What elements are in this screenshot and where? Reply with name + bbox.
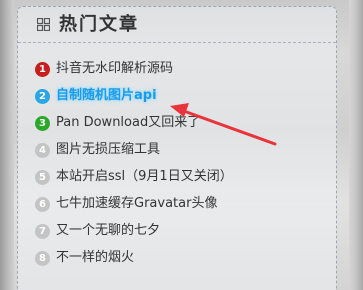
hot-articles-widget: 热门文章 1 抖音无水印解析源码 2 自制随机图片api 3 Pan Download又回… <box>17 6 337 290</box>
article-title-link[interactable]: 本站开启ssl（9月1日又关闭） <box>56 167 233 187</box>
rank-badge: 6 <box>35 196 50 212</box>
article-title-link[interactable]: 自制随机图片api <box>56 86 157 106</box>
background-left-edge <box>0 0 14 290</box>
grid-icon <box>37 18 50 31</box>
rank-badge: 5 <box>35 169 50 185</box>
rank-badge: 3 <box>35 115 50 131</box>
article-item[interactable]: 4 图片无损压缩工具 <box>35 140 160 160</box>
article-item[interactable]: 8 不一样的烟火 <box>35 248 134 268</box>
rank-badge: 1 <box>35 61 50 77</box>
article-title-link[interactable]: 不一样的烟火 <box>56 248 134 268</box>
article-item[interactable]: 2 自制随机图片api <box>35 86 157 106</box>
background-right-edge <box>349 0 363 290</box>
article-item[interactable]: 1 抖音无水印解析源码 <box>35 59 173 79</box>
widget-title: 热门文章 <box>59 14 139 35</box>
article-item[interactable]: 3 Pan Download又回来了 <box>35 113 200 133</box>
rank-badge: 7 <box>35 223 50 239</box>
widget-header: 热门文章 <box>18 7 336 43</box>
article-item[interactable]: 7 又一个无聊的七夕 <box>35 221 160 241</box>
article-title-link[interactable]: 又一个无聊的七夕 <box>56 221 160 241</box>
rank-badge: 2 <box>35 88 50 104</box>
rank-badge: 4 <box>35 142 50 158</box>
article-title-link[interactable]: Pan Download又回来了 <box>56 113 200 133</box>
article-title-link[interactable]: 图片无损压缩工具 <box>56 140 160 160</box>
article-title-link[interactable]: 抖音无水印解析源码 <box>56 59 173 79</box>
article-item[interactable]: 5 本站开启ssl（9月1日又关闭） <box>35 167 233 187</box>
article-item[interactable]: 6 七牛加速缓存Gravatar头像 <box>35 194 217 214</box>
article-title-link[interactable]: 七牛加速缓存Gravatar头像 <box>56 194 217 214</box>
rank-badge: 8 <box>35 250 50 266</box>
